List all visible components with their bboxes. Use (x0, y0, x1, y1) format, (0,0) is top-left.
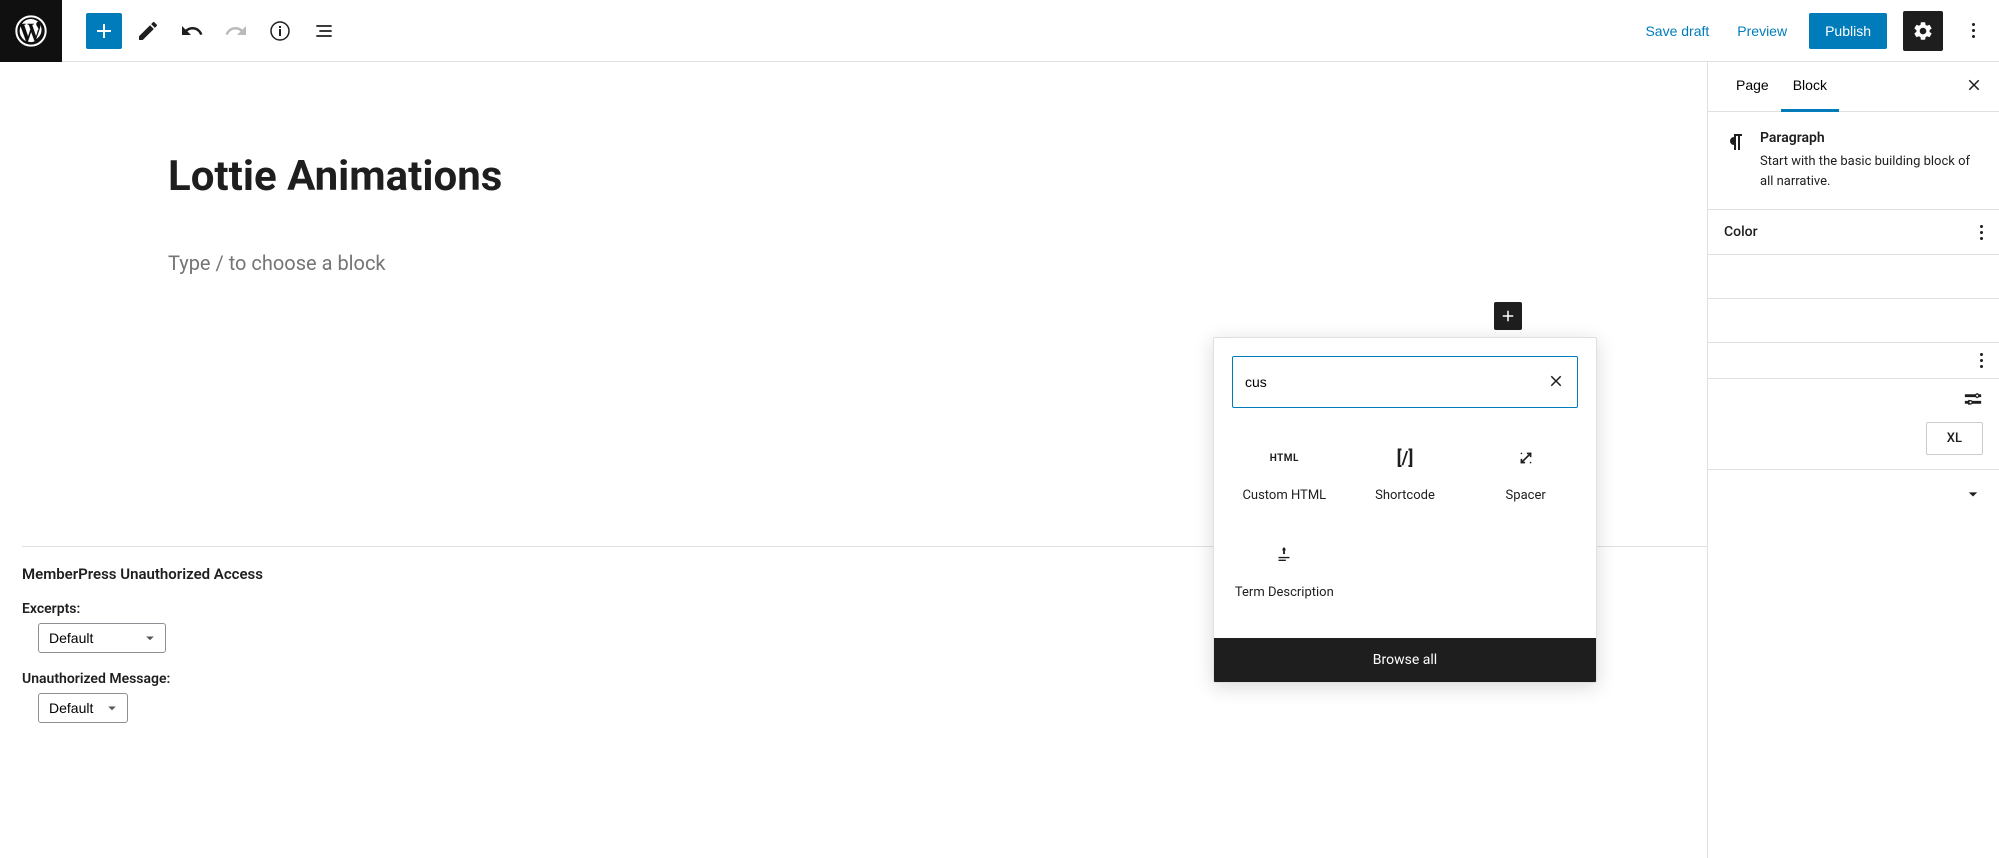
settings-button[interactable] (1903, 11, 1943, 51)
info-icon (268, 19, 292, 43)
block-result-label: Spacer (1506, 488, 1546, 505)
editor-tools (62, 13, 342, 49)
close-icon (1547, 372, 1565, 390)
document-outline-button[interactable] (306, 13, 342, 49)
wordpress-logo[interactable] (0, 0, 62, 62)
clear-search-button[interactable] (1547, 372, 1565, 393)
browse-all-button[interactable]: Browse all (1214, 638, 1596, 682)
paragraph-block-placeholder[interactable]: Type / to choose a block (168, 251, 1647, 275)
more-vertical-icon (1980, 225, 1983, 240)
close-icon (1965, 76, 1983, 94)
redo-button[interactable] (218, 13, 254, 49)
panel-row[interactable] (1708, 299, 1999, 343)
undo-icon (180, 19, 204, 43)
color-panel: Color (1708, 210, 1999, 255)
block-result-label: Shortcode (1375, 488, 1435, 505)
block-result-label: Custom HTML (1242, 488, 1326, 505)
font-size-xl-button[interactable]: XL (1926, 422, 1983, 455)
excerpts-select[interactable]: Default (38, 623, 166, 653)
preview-button[interactable]: Preview (1731, 15, 1793, 47)
outline-icon (312, 19, 336, 43)
redo-icon (224, 19, 248, 43)
block-inserter-popover: HTML Custom HTML [/] Shortcode Spacer Te… (1213, 337, 1597, 683)
sliders-icon (1963, 389, 1983, 409)
save-draft-button[interactable]: Save draft (1639, 15, 1715, 47)
block-result-label: Term Description (1235, 585, 1334, 602)
block-search-input[interactable] (1245, 374, 1547, 390)
settings-sidebar: Page Block Paragraph Start with the basi… (1707, 62, 1999, 858)
html-icon: HTML (1270, 453, 1299, 464)
shortcode-icon: [/] (1397, 444, 1414, 472)
spacer-icon (1515, 447, 1537, 469)
publish-button[interactable]: Publish (1809, 13, 1887, 49)
sidebar-tabs: Page Block (1708, 62, 1999, 112)
block-search-field[interactable] (1232, 356, 1578, 408)
page-title[interactable]: Lottie Animations (168, 152, 1647, 201)
advanced-panel-toggle[interactable] (1708, 470, 1999, 518)
typography-options-row (1708, 343, 1999, 379)
unauthorized-message-select[interactable]: Default (38, 693, 128, 723)
paragraph-icon (1724, 130, 1748, 191)
document-info-button[interactable] (262, 13, 298, 49)
inline-add-block-button[interactable] (1494, 302, 1522, 330)
more-vertical-icon (1972, 23, 1975, 38)
edit-mode-button[interactable] (130, 13, 166, 49)
undo-button[interactable] (174, 13, 210, 49)
color-panel-title: Color (1724, 224, 1758, 240)
editor-canvas[interactable]: Lottie Animations Type / to choose a blo… (0, 62, 1707, 858)
close-sidebar-button[interactable] (1965, 76, 1983, 97)
top-toolbar: Save draft Preview Publish (0, 0, 1999, 62)
gear-icon (1912, 20, 1934, 42)
block-info: Paragraph Start with the basic building … (1708, 112, 1999, 210)
pencil-icon (136, 19, 160, 43)
plus-icon (92, 19, 116, 43)
add-block-button[interactable] (86, 13, 122, 49)
block-result-custom-html[interactable]: HTML Custom HTML (1224, 426, 1345, 523)
block-result-spacer[interactable]: Spacer (1465, 426, 1586, 523)
block-result-term-description[interactable]: Term Description (1224, 523, 1345, 620)
chevron-down-icon (1963, 484, 1983, 504)
custom-size-toggle-row (1708, 379, 1999, 422)
panel-row[interactable] (1708, 255, 1999, 299)
custom-size-toggle-button[interactable] (1963, 389, 1983, 412)
typography-options-button[interactable] (1980, 353, 1983, 368)
tab-page[interactable]: Page (1724, 61, 1781, 112)
header-actions: Save draft Preview Publish (1639, 11, 1999, 51)
plus-icon (1499, 307, 1517, 325)
block-result-shortcode[interactable]: [/] Shortcode (1345, 426, 1466, 523)
block-description: Start with the basic building block of a… (1760, 152, 1983, 191)
tab-block[interactable]: Block (1781, 61, 1839, 112)
block-name: Paragraph (1760, 130, 1983, 146)
color-panel-options-button[interactable] (1980, 225, 1983, 240)
more-vertical-icon (1980, 353, 1983, 368)
term-description-icon (1273, 544, 1295, 566)
options-more-button[interactable] (1959, 11, 1987, 51)
wordpress-icon (15, 15, 47, 47)
